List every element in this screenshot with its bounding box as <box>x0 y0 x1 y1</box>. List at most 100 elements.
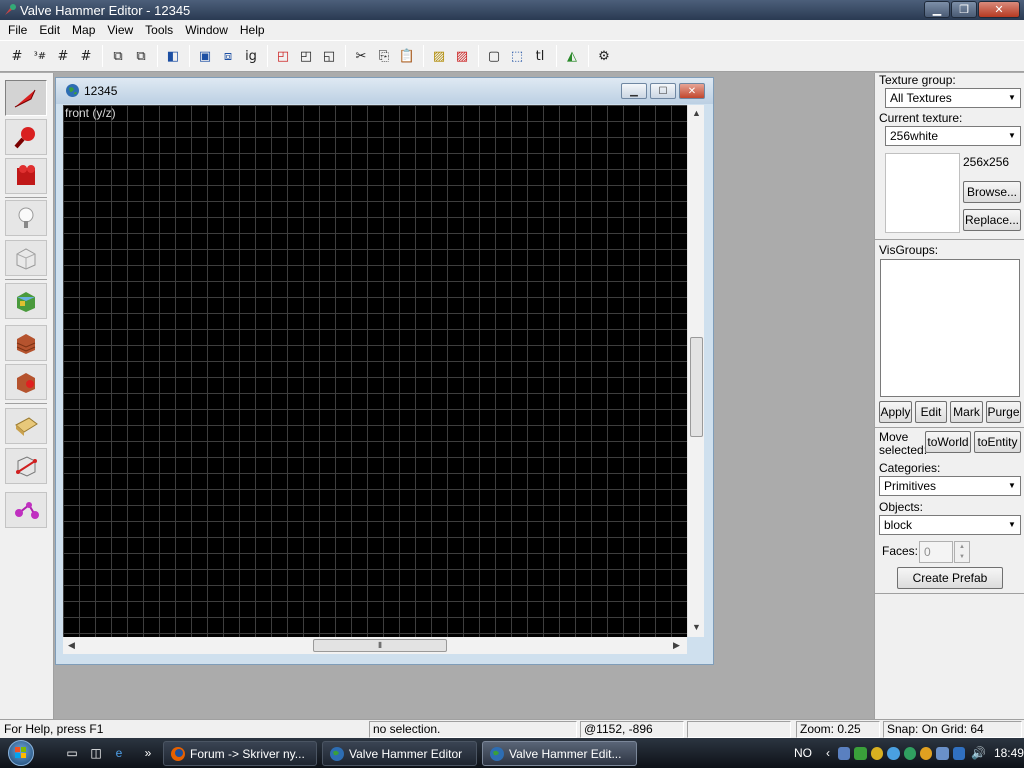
messenger-tray-icon[interactable] <box>854 746 867 760</box>
copy-icon[interactable]: ⎘ <box>373 45 395 67</box>
minimize-button[interactable]: ▁ <box>924 1 950 18</box>
alert-tray-icon[interactable] <box>919 746 933 760</box>
grid-3d-icon[interactable]: ³# <box>29 45 51 67</box>
mark-button[interactable]: Mark <box>950 401 983 423</box>
vertical-scroll-thumb[interactable] <box>690 337 703 437</box>
task-forum[interactable]: Forum -> Skriver ny... <box>163 741 317 766</box>
text-tool-button[interactable]: tl <box>529 45 551 67</box>
camera-tool-button[interactable] <box>5 158 47 194</box>
to-world-button[interactable]: toWorld <box>925 431 971 453</box>
chevron-down-icon[interactable]: ▼ <box>1004 127 1020 145</box>
chevron-down-icon[interactable]: ▼ <box>1004 477 1020 495</box>
maximize-button[interactable]: ❐ <box>951 1 977 18</box>
map-close-button[interactable]: ✕ <box>679 83 705 99</box>
overlay-tool-button[interactable] <box>5 408 47 444</box>
start-button[interactable] <box>8 740 34 766</box>
apply-texture-button[interactable] <box>5 325 47 361</box>
update-tray-icon[interactable] <box>887 746 900 760</box>
hollow-icon[interactable]: ⧉ <box>130 45 152 67</box>
select-icon[interactable]: ⬚ <box>506 45 528 67</box>
purge-button[interactable]: Purge <box>986 401 1021 423</box>
view-type-label[interactable]: front (y/z) <box>65 106 116 120</box>
replace-button[interactable]: Replace... <box>963 209 1021 231</box>
menu-view[interactable]: View <box>101 23 139 37</box>
visgroups-list[interactable] <box>880 259 1020 397</box>
scroll-down-icon[interactable]: ▼ <box>692 622 701 632</box>
scroll-left-icon[interactable]: ◀ <box>68 640 75 651</box>
horizontal-scroll-thumb[interactable]: ⦀ <box>313 639 447 652</box>
browse-button[interactable]: Browse... <box>963 181 1021 203</box>
menu-file[interactable]: File <box>2 23 33 37</box>
tray-expand-icon[interactable]: ‹ <box>826 746 830 760</box>
faces-input[interactable]: 0 <box>919 541 953 563</box>
display-tray-icon[interactable] <box>936 746 949 760</box>
hide-icon[interactable]: ◰ <box>272 45 294 67</box>
ungroup-icon[interactable]: ▣ <box>194 45 216 67</box>
current-texture-select[interactable]: 256white ▼ <box>885 126 1021 146</box>
texture-application-button[interactable] <box>5 283 47 319</box>
hazard-alt-icon[interactable]: ▨ <box>451 45 473 67</box>
selection-tool-button[interactable] <box>5 80 47 116</box>
language-indicator[interactable]: NO <box>794 746 812 760</box>
show-desktop-icon[interactable]: ▭ <box>64 745 80 761</box>
front-view-viewport[interactable]: front (y/z) <box>63 105 687 637</box>
connection-tray-icon[interactable] <box>952 746 965 760</box>
faces-stepper[interactable]: ▲ ▼ <box>954 541 970 563</box>
hide-unselected-icon[interactable]: ◰ <box>295 45 317 67</box>
chevron-down-icon[interactable]: ▼ <box>1004 516 1020 534</box>
close-button[interactable]: ✕ <box>978 1 1020 18</box>
map-minimize-button[interactable]: ▁ <box>621 83 647 99</box>
antivirus-tray-icon[interactable] <box>870 746 884 760</box>
magnify-tool-button[interactable] <box>5 119 47 155</box>
quicklaunch-more-icon[interactable]: » <box>140 745 156 761</box>
grid-larger-icon[interactable]: # <box>75 45 97 67</box>
paste-icon[interactable]: 📋 <box>396 45 418 67</box>
menu-tools[interactable]: Tools <box>139 23 179 37</box>
volume-icon[interactable]: 🔊 <box>971 746 986 760</box>
group-icon[interactable]: ◧ <box>162 45 184 67</box>
texture-group-select[interactable]: All Textures ▼ <box>885 88 1021 108</box>
map-maximize-button[interactable]: ☐ <box>650 83 676 99</box>
cut-icon[interactable]: ✂ <box>350 45 372 67</box>
entity-tool-button[interactable] <box>5 200 47 236</box>
ignore-groups-button[interactable]: ig <box>240 45 262 67</box>
map-window-titlebar[interactable]: 12345 ▁ ☐ ✕ <box>56 78 713 104</box>
stepper-down-icon[interactable]: ▼ <box>955 552 969 562</box>
horizontal-scrollbar[interactable]: ◀ ⦀ ▶ <box>63 637 687 654</box>
internet-explorer-icon[interactable]: e <box>111 745 127 761</box>
menu-edit[interactable]: Edit <box>33 23 66 37</box>
task-hammer-1[interactable]: Valve Hammer Editor <box>322 741 477 766</box>
carve-icon[interactable]: ⧉ <box>107 45 129 67</box>
network-tray-icon[interactable] <box>838 746 851 760</box>
create-prefab-button[interactable]: Create Prefab <box>897 567 1003 589</box>
scroll-up-icon[interactable]: ▲ <box>692 108 701 118</box>
task-hammer-2[interactable]: Valve Hammer Edit... <box>482 741 637 766</box>
decal-tool-button[interactable] <box>5 364 47 400</box>
menu-map[interactable]: Map <box>66 23 101 37</box>
clipping-tool-button[interactable] <box>5 448 47 484</box>
switch-windows-icon[interactable]: ◫ <box>88 745 104 761</box>
vertex-tool-button[interactable] <box>5 492 47 528</box>
grid-toggle-icon[interactable]: # <box>6 45 28 67</box>
clip-icon[interactable]: ▢ <box>483 45 505 67</box>
edit-visgroup-button[interactable]: Edit <box>915 401 947 423</box>
compile-icon[interactable]: ◭ <box>561 45 583 67</box>
scroll-right-icon[interactable]: ▶ <box>673 640 680 651</box>
clock[interactable]: 18:49 <box>994 746 1024 760</box>
grid-smaller-icon[interactable]: # <box>52 45 74 67</box>
menu-window[interactable]: Window <box>179 23 234 37</box>
objects-select[interactable]: block ▼ <box>879 515 1021 535</box>
categories-select[interactable]: Primitives ▼ <box>879 476 1021 496</box>
chevron-down-icon[interactable]: ▼ <box>1004 89 1020 107</box>
sync-tray-icon[interactable] <box>903 746 916 760</box>
options-icon[interactable]: ⚙ <box>593 45 615 67</box>
hazard-icon[interactable]: ▨ <box>428 45 450 67</box>
block-tool-button[interactable] <box>5 240 47 276</box>
menu-help[interactable]: Help <box>234 23 271 37</box>
texture-lock-icon[interactable]: ⧈ <box>217 45 239 67</box>
to-entity-button[interactable]: toEntity <box>974 431 1021 453</box>
unhide-icon[interactable]: ◱ <box>318 45 340 67</box>
apply-button[interactable]: Apply <box>879 401 912 423</box>
stepper-up-icon[interactable]: ▲ <box>955 542 969 552</box>
vertical-scrollbar[interactable]: ▲ ▼ <box>687 105 704 637</box>
